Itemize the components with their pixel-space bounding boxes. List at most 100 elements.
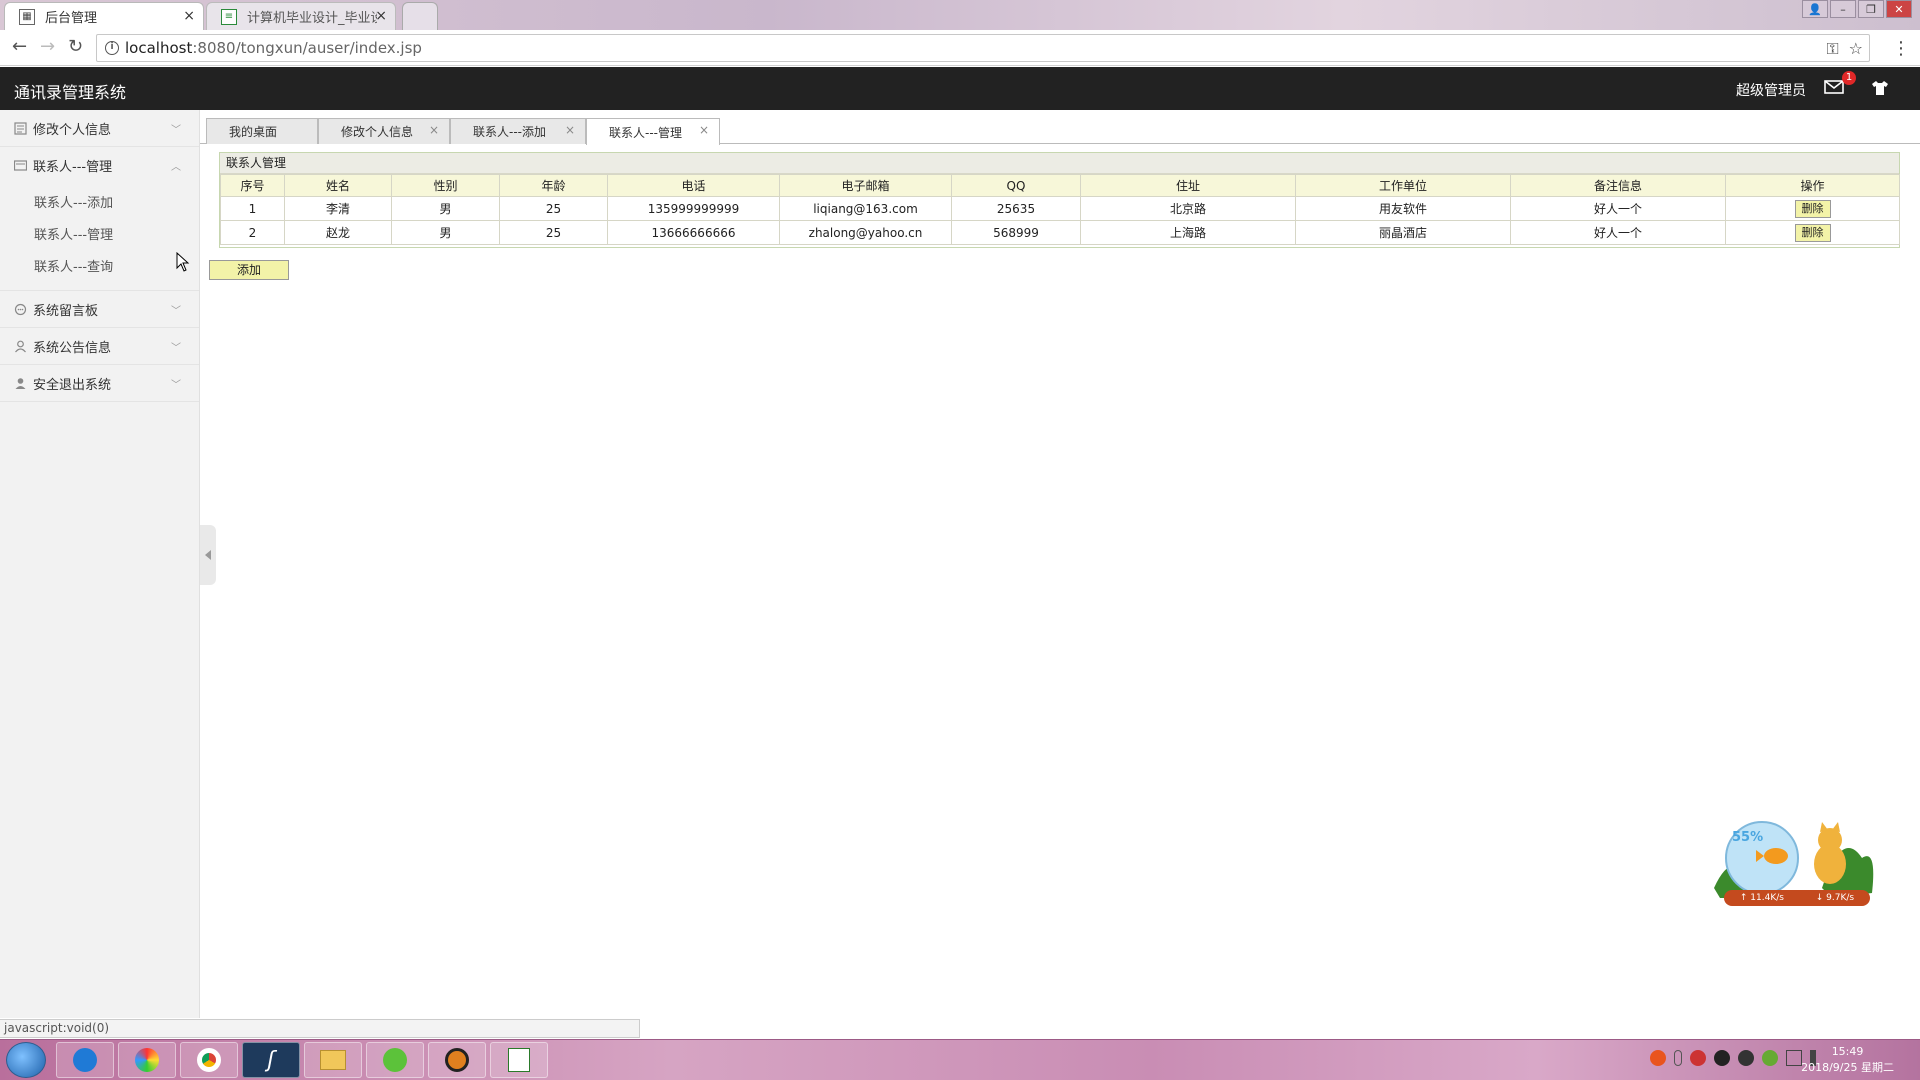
cell-age: 25 — [499, 196, 608, 221]
tab-edit-profile[interactable]: 修改个人信息 × — [318, 118, 450, 144]
url-path: :8080/tongxun/auser/index.jsp — [192, 39, 422, 57]
column-header: 性别 — [391, 174, 500, 197]
close-icon[interactable]: × — [429, 123, 439, 137]
close-window-icon[interactable]: ✕ — [1886, 0, 1912, 18]
folder-icon — [320, 1050, 346, 1070]
qq-icon[interactable] — [1714, 1050, 1730, 1066]
info-icon[interactable]: i — [105, 41, 119, 55]
menu-dots-icon[interactable]: ⋮ — [1892, 38, 1910, 59]
chart-app-icon — [508, 1048, 530, 1072]
mail-icon[interactable] — [1824, 78, 1844, 96]
tab-desktop[interactable]: 我的桌面 — [206, 118, 318, 144]
cell-action: 删除 — [1725, 196, 1900, 221]
browser-tab-admin[interactable]: ▦ 后台管理 × — [4, 2, 204, 30]
eclipse-icon: ʃ — [267, 1047, 275, 1073]
card-icon — [14, 160, 27, 171]
tab-label: 修改个人信息 — [341, 125, 414, 139]
delete-button[interactable]: 删除 — [1794, 199, 1831, 218]
taskbar-eclipse[interactable]: ʃ — [242, 1042, 300, 1078]
column-header: 操作 — [1725, 174, 1900, 197]
cell-gender: 男 — [391, 220, 500, 245]
tab-contact-manage[interactable]: 联系人---管理 × — [586, 118, 720, 145]
taskbar-chart-app[interactable] — [490, 1042, 548, 1078]
cell-company: 丽晶酒店 — [1295, 220, 1511, 245]
taskbar-ninja-app[interactable] — [428, 1042, 486, 1078]
user-icon — [15, 378, 26, 389]
close-icon[interactable]: × — [699, 123, 709, 137]
column-header: 工作单位 — [1295, 174, 1511, 197]
tab-contact-add[interactable]: 联系人---添加 × — [450, 118, 586, 144]
taskbar-chrome[interactable] — [180, 1042, 238, 1078]
sidebar-collapse-handle[interactable] — [200, 525, 216, 585]
cell-qq: 25635 — [951, 196, 1081, 221]
restore-icon[interactable]: ❐ — [1858, 0, 1884, 18]
cell-email: liqiang@163.com — [779, 196, 952, 221]
taskbar-explorer[interactable] — [304, 1042, 362, 1078]
back-icon[interactable]: ← — [12, 38, 27, 56]
cell-address: 北京路 — [1080, 196, 1296, 221]
cell-note: 好人一个 — [1510, 220, 1726, 245]
sidebar-group-contacts[interactable]: 联系人---管理 ︿ — [0, 147, 199, 184]
cell-age: 25 — [499, 220, 608, 245]
column-header: 年龄 — [499, 174, 608, 197]
column-header: 备注信息 — [1510, 174, 1726, 197]
profile-icon[interactable]: 👤 — [1802, 0, 1828, 18]
delete-button[interactable]: 删除 — [1794, 223, 1831, 242]
add-contact-button[interactable]: 添加 — [209, 260, 289, 280]
user-outline-icon — [15, 340, 26, 353]
taskbar-ie[interactable] — [56, 1042, 114, 1078]
sidebar-group-logout[interactable]: 安全退出系统 ﹀ — [0, 365, 199, 402]
new-tab-button[interactable] — [402, 2, 438, 30]
sidebar-submenu-contacts: 联系人---添加 联系人---管理 联系人---查询 — [0, 184, 199, 291]
tab-label: 联系人---添加 — [473, 125, 546, 139]
network-monitor-widget[interactable]: 55% ↑ 11.4K/s ↓ 9.7K/s — [1712, 818, 1878, 906]
window-controls: 👤 – ❐ ✕ — [1802, 0, 1912, 18]
sidebar-group-announcements[interactable]: 系统公告信息 ﹀ — [0, 328, 199, 365]
cell-phone: 13666666666 — [607, 220, 780, 245]
mouse-cursor-icon — [176, 252, 190, 272]
chevron-down-icon: ﹀ — [171, 306, 181, 317]
qq-alt-icon[interactable] — [1738, 1050, 1754, 1066]
sidebar-group-profile[interactable]: 修改个人信息 ﹀ — [0, 110, 199, 147]
shield-icon[interactable] — [1762, 1050, 1778, 1066]
sidebar-group-messageboard[interactable]: 系统留言板 ﹀ — [0, 291, 199, 328]
download-speed: ↓ 9.7K/s — [1815, 893, 1855, 903]
cell-id: 2 — [220, 220, 285, 245]
chat-icon — [14, 303, 27, 316]
app-header: 通讯录管理系统 超级管理员 1 — [0, 67, 1920, 110]
table-row: 2 赵龙 男 25 13666666666 zhalong@yahoo.cn 5… — [220, 220, 1900, 245]
chart-favicon-icon: ▦ — [19, 9, 35, 25]
key-icon[interactable]: ⚿ — [1826, 39, 1838, 59]
sogou-ime-icon[interactable] — [1650, 1050, 1666, 1066]
close-icon[interactable]: × — [565, 123, 575, 137]
reload-icon[interactable]: ↻ — [68, 38, 83, 56]
tab-label: 联系人---管理 — [609, 125, 682, 140]
cell-gender: 男 — [391, 196, 500, 221]
minimize-icon[interactable]: – — [1830, 0, 1856, 18]
app-title: 通讯录管理系统 — [14, 83, 127, 102]
cell-company: 用友软件 — [1295, 196, 1511, 221]
star-icon[interactable]: ☆ — [1849, 39, 1863, 59]
browser-tab-graduation[interactable]: ≡ 计算机毕业设计_毕业设计 × — [206, 2, 396, 30]
sidebar-item-contact-search[interactable]: 联系人---查询 — [0, 252, 199, 284]
sidebar-item-contact-add[interactable]: 联系人---添加 — [0, 188, 199, 220]
contact-table: 序号 姓名 性别 年龄 电话 电子邮箱 QQ 住址 工作单位 备注信息 操作 1… — [220, 174, 1900, 245]
sidebar-group-label: 修改个人信息 — [33, 122, 112, 138]
forward-icon[interactable]: → — [40, 38, 55, 56]
url-input[interactable]: i localhost:8080/tongxun/auser/index.jsp… — [96, 34, 1870, 62]
taskbar-clock[interactable]: 15:49 2018/9/25 星期二 — [1801, 1044, 1894, 1076]
clock-time: 15:49 — [1831, 1045, 1864, 1058]
sidebar-group-label: 系统公告信息 — [33, 340, 112, 356]
sidebar-item-contact-manage[interactable]: 联系人---管理 — [0, 220, 199, 252]
close-icon[interactable]: × — [183, 8, 195, 24]
cell-action: 删除 — [1725, 220, 1900, 245]
close-icon[interactable]: × — [375, 8, 387, 24]
mic-icon[interactable] — [1674, 1050, 1682, 1066]
taskbar-colors-app[interactable] — [118, 1042, 176, 1078]
network-icon[interactable] — [1786, 1050, 1802, 1066]
security-icon[interactable] — [1690, 1050, 1706, 1066]
taskbar-green-app[interactable] — [366, 1042, 424, 1078]
admin-name[interactable]: 超级管理员 — [1736, 80, 1806, 100]
windows-start-icon[interactable] — [6, 1042, 46, 1078]
tshirt-icon[interactable] — [1870, 79, 1890, 97]
